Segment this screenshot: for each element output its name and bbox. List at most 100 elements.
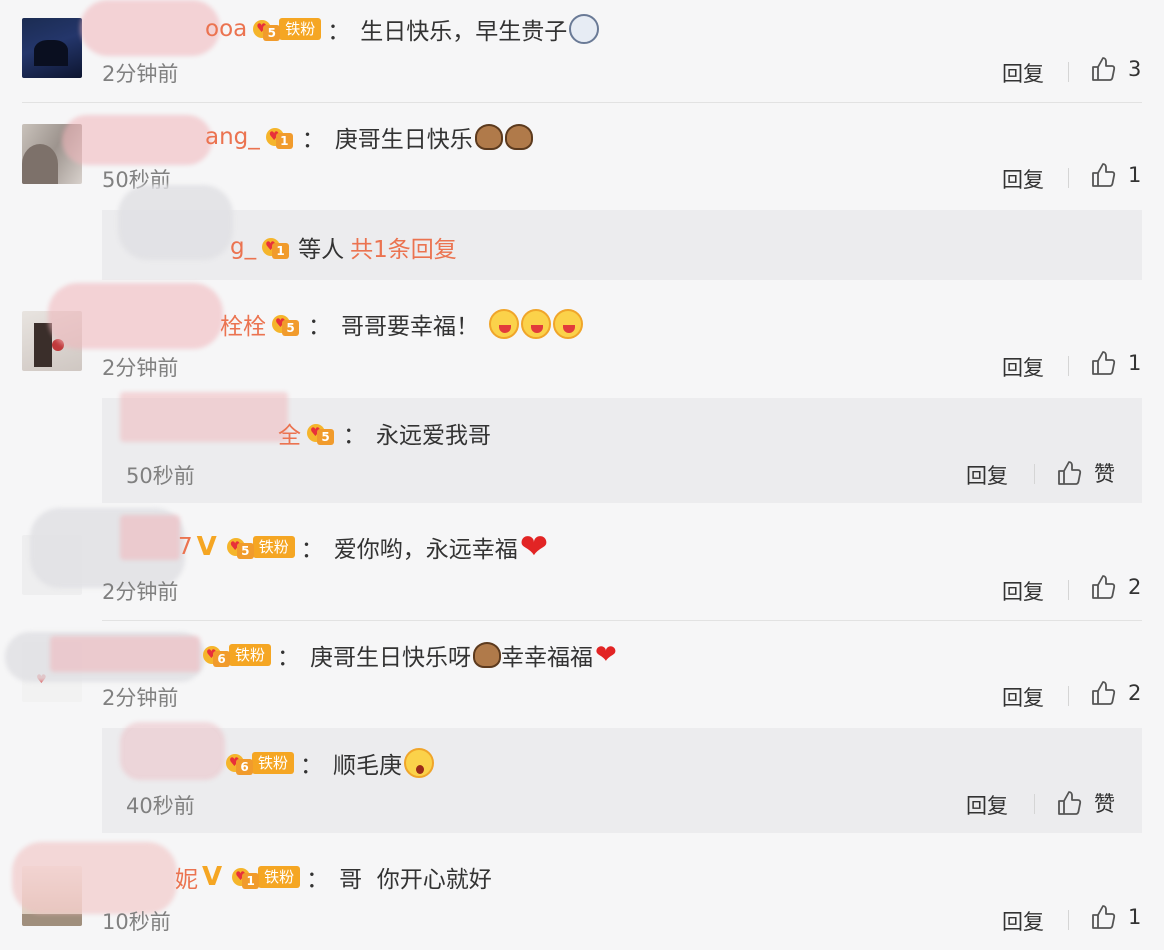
like-label: 赞 bbox=[1094, 462, 1115, 486]
like-label: 赞 bbox=[1094, 792, 1115, 816]
fan-level-badge[interactable]: ♥ 5 bbox=[307, 420, 337, 446]
comment-divider bbox=[22, 102, 102, 103]
verified-badge[interactable]: V bbox=[202, 862, 222, 892]
username[interactable]: 7 bbox=[178, 534, 193, 560]
reply-button[interactable]: 回复 bbox=[1002, 58, 1044, 88]
cake-emoji bbox=[473, 642, 502, 668]
divider bbox=[1068, 168, 1069, 188]
like-button[interactable]: 3 bbox=[1090, 56, 1141, 82]
fan-level-badge[interactable]: ♥ 1 铁粉 bbox=[232, 864, 301, 890]
divider bbox=[1034, 464, 1035, 484]
fan-level-badge[interactable]: ♥ 1 bbox=[262, 234, 292, 260]
cake-emoji bbox=[474, 124, 503, 150]
like-button[interactable]: 赞 bbox=[1056, 788, 1115, 818]
reply-button[interactable]: 回复 bbox=[1002, 906, 1044, 936]
fan-level-badge[interactable]: ♥ 5 bbox=[272, 311, 302, 337]
thumbs-up-icon bbox=[1092, 57, 1116, 81]
username[interactable]: 全 bbox=[278, 416, 301, 450]
subreply-line: 全 ♥ 5 ： 永远爱我哥 bbox=[278, 416, 491, 450]
username-redaction bbox=[120, 392, 288, 442]
username-redaction bbox=[62, 115, 212, 165]
cry-emoji bbox=[521, 309, 551, 339]
like-count: 1 bbox=[1128, 351, 1142, 375]
like-count: 2 bbox=[1128, 575, 1142, 599]
username-redaction bbox=[120, 515, 180, 560]
reply-button[interactable]: 回复 bbox=[966, 460, 1008, 490]
verified-badge[interactable]: V bbox=[197, 532, 217, 562]
subreply-text: 永远爱我哥 bbox=[376, 423, 491, 449]
fan-level-badge[interactable]: ♥ 5 铁粉 bbox=[253, 16, 322, 42]
comment-text: 哥哥要幸福！ bbox=[341, 314, 479, 340]
cry-emoji bbox=[489, 309, 519, 339]
like-count: 2 bbox=[1128, 681, 1142, 705]
like-count: 1 bbox=[1128, 163, 1142, 187]
divider bbox=[1068, 580, 1069, 600]
username[interactable]: ooa bbox=[205, 16, 247, 42]
tiefen-label: 铁粉 bbox=[258, 866, 301, 888]
fan-level-badge[interactable]: ♥ 5 铁粉 bbox=[226, 534, 295, 560]
reply-count-link[interactable]: 共1条回复 bbox=[350, 230, 457, 264]
tiefen-label: 铁粉 bbox=[279, 18, 322, 40]
reply-button[interactable]: 回复 bbox=[1002, 576, 1044, 606]
comment-line: ♥ 6 铁粉 ： 庚哥生日快乐呀 幸幸福福 ❤ bbox=[203, 638, 623, 672]
comment-text: 爱你哟，永远幸福 bbox=[333, 537, 518, 563]
username-redaction bbox=[50, 636, 200, 672]
subreply-line: ♥ 6 铁粉 ： 顺毛庚 bbox=[226, 746, 435, 780]
comment-line: 7 V ♥ 5 铁粉 ： 爱你哟，永远幸福 ❤ bbox=[178, 530, 554, 564]
timestamp: 2分钟前 bbox=[102, 686, 179, 710]
divider bbox=[1068, 910, 1069, 930]
like-count: 1 bbox=[1128, 905, 1142, 929]
timestamp: 50秒前 bbox=[126, 464, 195, 488]
like-count: 3 bbox=[1128, 57, 1142, 81]
like-button[interactable]: 2 bbox=[1090, 680, 1141, 706]
username[interactable]: ang_ bbox=[205, 124, 260, 150]
subreply-text: 顺毛庚 bbox=[333, 753, 403, 779]
tiefen-label: 铁粉 bbox=[252, 752, 295, 774]
timestamp: 2分钟前 bbox=[102, 580, 179, 604]
comment-line: ooa ♥ 5 铁粉 ： 生日快乐，早生贵子 bbox=[205, 12, 600, 46]
divider bbox=[1068, 686, 1069, 706]
username-redaction bbox=[120, 722, 225, 780]
summary-label: 等人 bbox=[298, 237, 345, 263]
heart-emoji: ❤ bbox=[595, 640, 617, 670]
reply-button[interactable]: 回复 bbox=[966, 790, 1008, 820]
thumbs-up-icon bbox=[1092, 905, 1116, 929]
subreply-summary-line[interactable]: g_ ♥ 1 等人 共1条回复 bbox=[230, 230, 457, 264]
reply-button[interactable]: 回复 bbox=[1002, 352, 1044, 382]
thumbs-up-icon bbox=[1092, 575, 1116, 599]
like-button[interactable]: 1 bbox=[1090, 350, 1141, 376]
comment-text: 庚哥生日快乐呀 bbox=[310, 645, 472, 671]
timestamp: 40秒前 bbox=[126, 794, 195, 818]
heart-emoji: ❤ bbox=[519, 527, 549, 567]
comment-line: 妮 V ♥ 1 铁粉 ： 哥 你开心就好 bbox=[175, 860, 492, 894]
thumbs-up-icon bbox=[1058, 461, 1082, 485]
comment-text: 哥 你开心就好 bbox=[339, 867, 492, 893]
comment-line: ang_ ♥ 1 ： 庚哥生日快乐 bbox=[205, 120, 533, 154]
like-button[interactable]: 2 bbox=[1090, 574, 1141, 600]
comment-divider bbox=[102, 102, 1142, 103]
fan-level-badge[interactable]: ♥ 1 bbox=[265, 124, 296, 150]
fan-level-badge[interactable]: ♥ 6 铁粉 bbox=[226, 750, 295, 776]
reply-button[interactable]: 回复 bbox=[1002, 682, 1044, 712]
ghost-emoji bbox=[569, 14, 600, 44]
username-redaction bbox=[80, 0, 220, 56]
thumbs-up-icon bbox=[1058, 791, 1082, 815]
divider bbox=[1068, 62, 1069, 82]
timestamp: 10秒前 bbox=[102, 910, 171, 934]
fan-level-badge[interactable]: ♥ 6 铁粉 bbox=[203, 642, 272, 668]
username-redaction bbox=[118, 185, 233, 260]
like-button[interactable]: 1 bbox=[1090, 904, 1141, 930]
avatar[interactable] bbox=[22, 18, 82, 78]
username[interactable]: 栓栓 bbox=[220, 307, 266, 341]
like-button[interactable]: 赞 bbox=[1056, 458, 1115, 488]
comment-divider bbox=[102, 620, 1142, 621]
reply-button[interactable]: 回复 bbox=[1002, 164, 1044, 194]
username[interactable]: g_ bbox=[230, 234, 256, 260]
username-redaction bbox=[48, 283, 223, 349]
thumbs-up-icon bbox=[1092, 681, 1116, 705]
like-button[interactable]: 1 bbox=[1090, 162, 1141, 188]
divider bbox=[1034, 794, 1035, 814]
username-redaction bbox=[12, 842, 177, 914]
comment-text: 庚哥生日快乐 bbox=[334, 127, 473, 153]
username[interactable]: 妮 bbox=[175, 860, 198, 894]
